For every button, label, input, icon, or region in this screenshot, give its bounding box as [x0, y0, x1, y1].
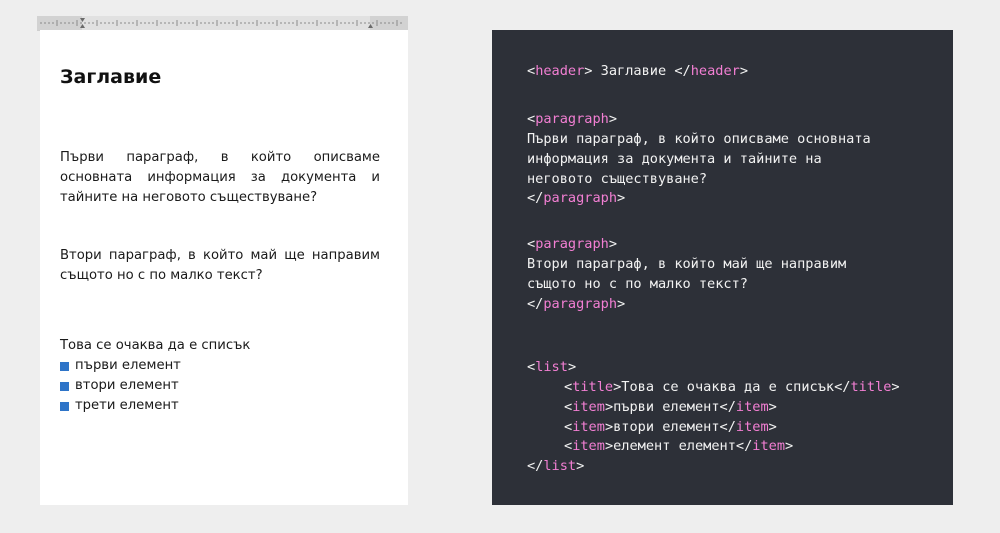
- code-tag: list: [535, 359, 568, 375]
- code-tag: title: [572, 379, 614, 395]
- code-panel: <header> Заглавие </header> <paragraph> …: [492, 30, 953, 505]
- code-item-line: <item>първи елемент</item>: [564, 399, 777, 415]
- code-paragraph-close: </paragraph>: [527, 190, 626, 206]
- code-tag: title: [850, 379, 892, 395]
- code-tag: item: [572, 438, 605, 454]
- list-item-text: трети елемент: [75, 398, 179, 413]
- code-text: първи елемент: [613, 399, 720, 415]
- code-text: елемент елемент: [613, 438, 736, 454]
- code-text: Това се очаква да е списък: [621, 379, 835, 395]
- code-list-close: </list>: [527, 458, 585, 474]
- code-tag: paragraph: [535, 236, 609, 252]
- code-text-line: информация за документа и тайните на: [527, 151, 822, 167]
- document-list: първи елемент втори елемент трети елемен…: [60, 356, 181, 416]
- square-bullet-icon: [60, 361, 69, 371]
- code-paragraph-open: <paragraph>: [527, 111, 618, 127]
- list-item-text: първи елемент: [75, 358, 181, 373]
- code-tag: paragraph: [543, 296, 618, 312]
- code-tag: item: [735, 399, 769, 415]
- document-page[interactable]: Заглавие Първи параграф, в който описвам…: [40, 30, 408, 505]
- square-bullet-icon: [60, 381, 69, 391]
- code-text-line: същото но с по малко текст?: [527, 276, 748, 292]
- code-text: втори елемент: [613, 419, 720, 435]
- code-tag: paragraph: [543, 190, 618, 206]
- document-paragraph-1: Първи параграф, в който описваме основна…: [60, 150, 380, 205]
- code-paragraph-close: </paragraph>: [527, 296, 626, 312]
- code-item-line: <item>втори елемент</item>: [564, 419, 777, 435]
- square-bullet-icon: [60, 401, 69, 411]
- code-text-line: неговото съществуване?: [527, 171, 708, 187]
- code-paragraph-open: <paragraph>: [527, 236, 618, 252]
- code-tag: item: [752, 438, 786, 454]
- code-tag: item: [735, 419, 769, 435]
- code-text-line: Първи параграф, в който описваме основна…: [527, 131, 871, 147]
- list-item: втори елемент: [60, 376, 181, 396]
- code-tag: header: [535, 63, 585, 79]
- code-tag: item: [572, 399, 605, 415]
- code-list-open: <list>: [527, 359, 577, 375]
- code-item-line: <item>елемент елемент</item>: [564, 438, 794, 454]
- ruler: [37, 16, 408, 31]
- code-text-line: Втори параграф, в който май ще направим: [527, 256, 847, 272]
- list-item: първи елемент: [60, 356, 181, 376]
- code-tag: item: [572, 419, 605, 435]
- document-title: Заглавие: [60, 66, 162, 88]
- list-item: трети елемент: [60, 396, 181, 416]
- code-tag: list: [543, 458, 577, 474]
- code-header-line: <header> Заглавие </header>: [527, 63, 748, 79]
- code-tag: paragraph: [535, 111, 609, 127]
- code-text: Заглавие: [592, 63, 675, 79]
- code-tag: header: [690, 63, 740, 79]
- document-paragraph-2: Втори параграф, в който май ще направим …: [60, 248, 380, 283]
- document-list-title: Това се очаква да е списък: [60, 338, 251, 353]
- code-title-line: <title>Това се очаква да е списък</title…: [564, 379, 900, 395]
- ruler-ticks: [37, 16, 408, 30]
- list-item-text: втори елемент: [75, 378, 179, 393]
